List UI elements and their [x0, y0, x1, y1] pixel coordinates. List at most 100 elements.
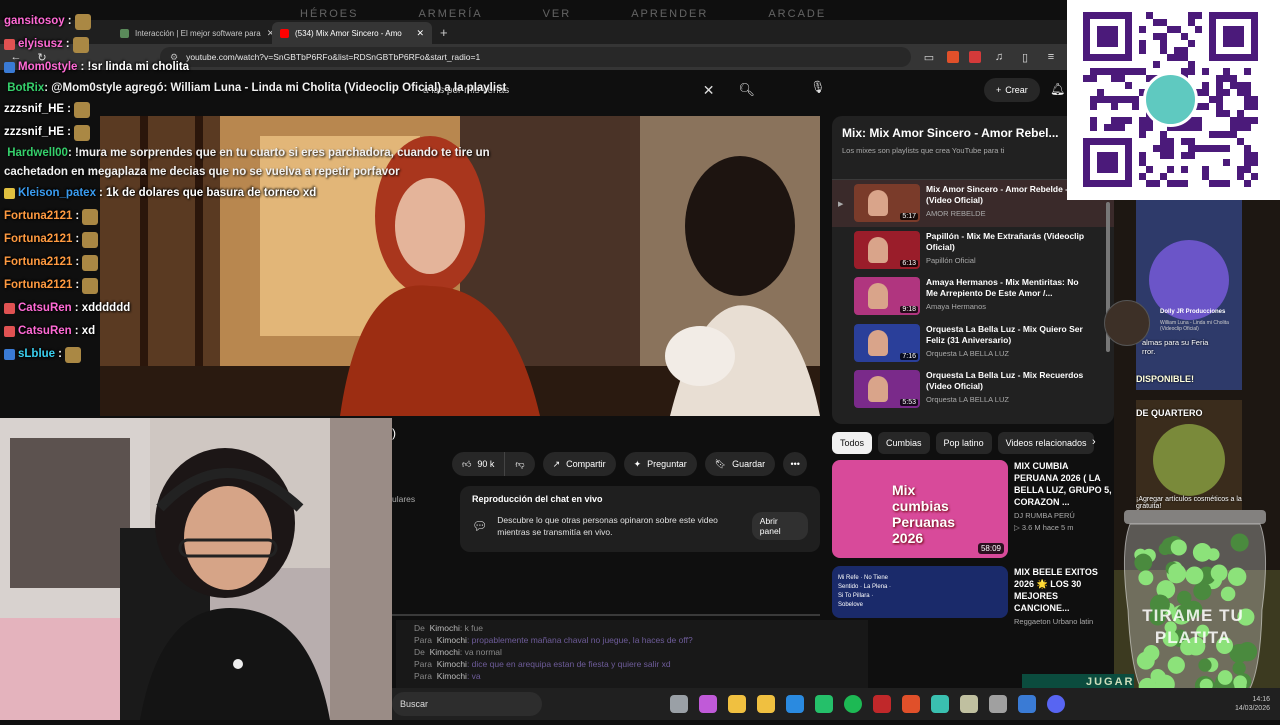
mix-thumbnail[interactable]: 6:13 — [854, 230, 920, 269]
whatsapp-icon[interactable] — [815, 695, 833, 713]
create-button[interactable]: + Crear — [984, 78, 1040, 102]
menu-icon[interactable]: ≡ — [1043, 51, 1059, 63]
play-button[interactable]: JUGAR — [1022, 674, 1134, 688]
save-button[interactable]: 🔖︎ Guardar — [704, 452, 776, 476]
chat-text: : — [58, 348, 62, 360]
notifications-bell-icon[interactable]: 🔔︎ — [1050, 82, 1065, 96]
quartero-label: DE QUARTERO — [1136, 408, 1203, 418]
recommendation-thumbnail[interactable]: Mi Refe · No Tiene Sentido · La Plena · … — [832, 566, 1008, 618]
duration-badge: 5:53 — [900, 399, 918, 406]
clover-shape — [1136, 651, 1155, 670]
recommendation-item[interactable]: Mi Refe · No Tiene Sentido · La Plena · … — [832, 566, 1114, 626]
store-icon[interactable] — [757, 695, 775, 713]
mix-item[interactable]: 7:16 Orquesta La Bella Luz - Mix Quiero … — [832, 320, 1114, 367]
recommendation-title[interactable]: MIX BEELE EXITOS 2026 🌟 LOS 30 MEJORES C… — [1014, 566, 1114, 614]
app-icon[interactable] — [931, 695, 949, 713]
clover-shape — [1150, 668, 1165, 684]
mix-item-title[interactable]: Orquesta La Bella Luz - Mix Quiero Ser F… — [926, 324, 1086, 346]
chat-badge-icon — [4, 62, 15, 73]
mix-item-channel: AMOR REBELDE — [926, 209, 986, 218]
dislike-button[interactable]: 👎︎ — [505, 452, 535, 476]
thumbnail-figure — [868, 329, 888, 356]
ask-label: Preguntar — [647, 459, 687, 469]
sidebar-icon[interactable]: ▯ — [1017, 51, 1033, 64]
mix-thumbnail[interactable]: 5:53 — [854, 370, 920, 408]
chat-text: : !sr linda mi cholita — [80, 61, 190, 73]
duration-badge: 58:09 — [977, 543, 1004, 554]
create-label: Crear — [1005, 85, 1028, 95]
search-icon[interactable]: 🔍︎ — [738, 82, 755, 98]
mix-item[interactable]: 5:53 Orquesta La Bella Luz - Mix Recuerd… — [832, 366, 1114, 413]
more-icon: ••• — [790, 459, 800, 469]
live-chat-replay-card: Reproducción del chat en vivo 💬︎ Descubr… — [460, 486, 820, 552]
mix-item-title[interactable]: Amaya Hermanos - Mix Mentiritas: No Me A… — [926, 277, 1086, 299]
music-icon[interactable]: ♫ — [991, 51, 1007, 63]
clover-shape — [1220, 586, 1236, 602]
chip-todos[interactable]: Todos — [832, 432, 873, 454]
now-playing-avatar — [1104, 300, 1150, 346]
system-tray[interactable]: 14:16 14/03/2026 — [1235, 695, 1270, 713]
chat-username: Fortuna2121 — [4, 256, 73, 268]
obs-icon[interactable] — [960, 695, 978, 713]
mix-thumbnail[interactable]: 5:17 — [854, 184, 920, 222]
clear-search-icon[interactable]: ✕ — [703, 82, 715, 99]
more-actions-button[interactable]: ••• — [783, 452, 808, 476]
now-playing-song: William Luna - Linda mi Cholita (Videocl… — [1160, 320, 1229, 332]
extension-icon[interactable] — [969, 51, 981, 63]
copilot-icon[interactable] — [699, 695, 717, 713]
taskbar: Buscar 14:16 14/03/2026 — [392, 688, 1280, 720]
chat-badge-icon — [4, 303, 15, 314]
share-button[interactable]: ↗ Compartir — [542, 452, 616, 476]
chat-username: zzzsnif_HE — [4, 126, 65, 138]
edge-icon[interactable] — [786, 695, 804, 713]
app-icon[interactable] — [873, 695, 891, 713]
chat-username: Kleison_patex — [18, 187, 96, 199]
brave-shield-icon[interactable] — [947, 51, 959, 63]
whisper-name: Kimochi — [429, 623, 460, 633]
recommendation-title[interactable]: MIX CUMBIA PERUANA 2026 ( LA BELLA LUZ, … — [1014, 460, 1114, 508]
chat-username: gansitosoy — [4, 15, 65, 27]
like-button[interactable]: 👍︎ 90 k — [452, 452, 506, 476]
steam-icon[interactable] — [1018, 695, 1036, 713]
souls-label: almas para su Feria rror. — [1142, 338, 1209, 356]
chat-emote-icon — [73, 101, 90, 118]
task-view-icon[interactable] — [670, 695, 688, 713]
mix-item-title[interactable]: Orquesta La Bella Luz - Mix Recuerdos (V… — [926, 370, 1086, 392]
mix-item[interactable]: 6:13 Papillón - Mix Me Extrañarás (Video… — [832, 227, 1114, 274]
spotify-icon[interactable] — [844, 695, 862, 713]
chip-pop-latino[interactable]: Pop latino — [935, 432, 992, 454]
divider — [392, 614, 820, 616]
thumbnail-figure — [868, 236, 888, 263]
mix-item-title[interactable]: Mix Amor Sincero - Amor Rebelde - (Video… — [926, 184, 1086, 206]
cosmetics-label: ¡Agregar artículos cosméticos a la gratu… — [1136, 496, 1242, 510]
chat-text: : !mura me sorprendes que en tu cuarto s… — [4, 147, 490, 178]
mix-title[interactable]: Mix: Mix Amor Sincero - Amor Rebel... — [842, 126, 1104, 140]
open-panel-button[interactable]: Abrir panel — [751, 512, 808, 540]
brave-icon[interactable] — [902, 695, 920, 713]
sparkle-icon: ✦ — [633, 458, 642, 469]
chat-username: zzzsnif_HE — [4, 103, 65, 115]
mix-thumbnail[interactable]: 9:18 — [854, 277, 920, 315]
now-playing-widget: Dolly JR Producciones William Luna - Lin… — [1104, 300, 1254, 346]
chat-message: elyisusz: — [0, 33, 540, 56]
chip-cumbias[interactable]: Cumbias — [878, 432, 930, 454]
mix-thumbnail[interactable]: 7:16 — [854, 323, 920, 362]
recommendation-thumbnail[interactable]: Mix cumbias Peruanas 2026 58:09 — [832, 460, 1008, 558]
chevron-right-icon[interactable]: › — [1092, 436, 1096, 448]
file-explorer-icon[interactable] — [728, 695, 746, 713]
discord-icon[interactable] — [1047, 695, 1065, 713]
ask-button[interactable]: ✦ Preguntar — [623, 452, 697, 476]
taskbar-search[interactable]: Buscar — [392, 692, 542, 716]
clover-shape — [1185, 566, 1204, 585]
recommendation-item[interactable]: Mix cumbias Peruanas 2026 58:09 MIX CUMB… — [832, 460, 1114, 558]
microphone-icon[interactable]: 🎙︎ — [808, 80, 828, 100]
cast-icon[interactable]: ▭ — [921, 51, 937, 64]
whisper-line: Para Kimochi: dice que en arequipa estan… — [414, 658, 860, 670]
mix-item-channel: Papillón Oficial — [926, 255, 976, 265]
settings-icon[interactable] — [989, 695, 1007, 713]
mix-item-title[interactable]: Papillón - Mix Me Extrañarás (Videoclip … — [926, 231, 1086, 253]
thumbnail-text: Mi Refe · No Tiene Sentido · La Plena · … — [838, 575, 892, 608]
chip-videos-relacionados[interactable]: Videos relacionados — [997, 432, 1095, 454]
mix-item[interactable]: 9:18 Amaya Hermanos - Mix Mentiritas: No… — [832, 273, 1114, 320]
chat-text: : — [75, 279, 80, 291]
